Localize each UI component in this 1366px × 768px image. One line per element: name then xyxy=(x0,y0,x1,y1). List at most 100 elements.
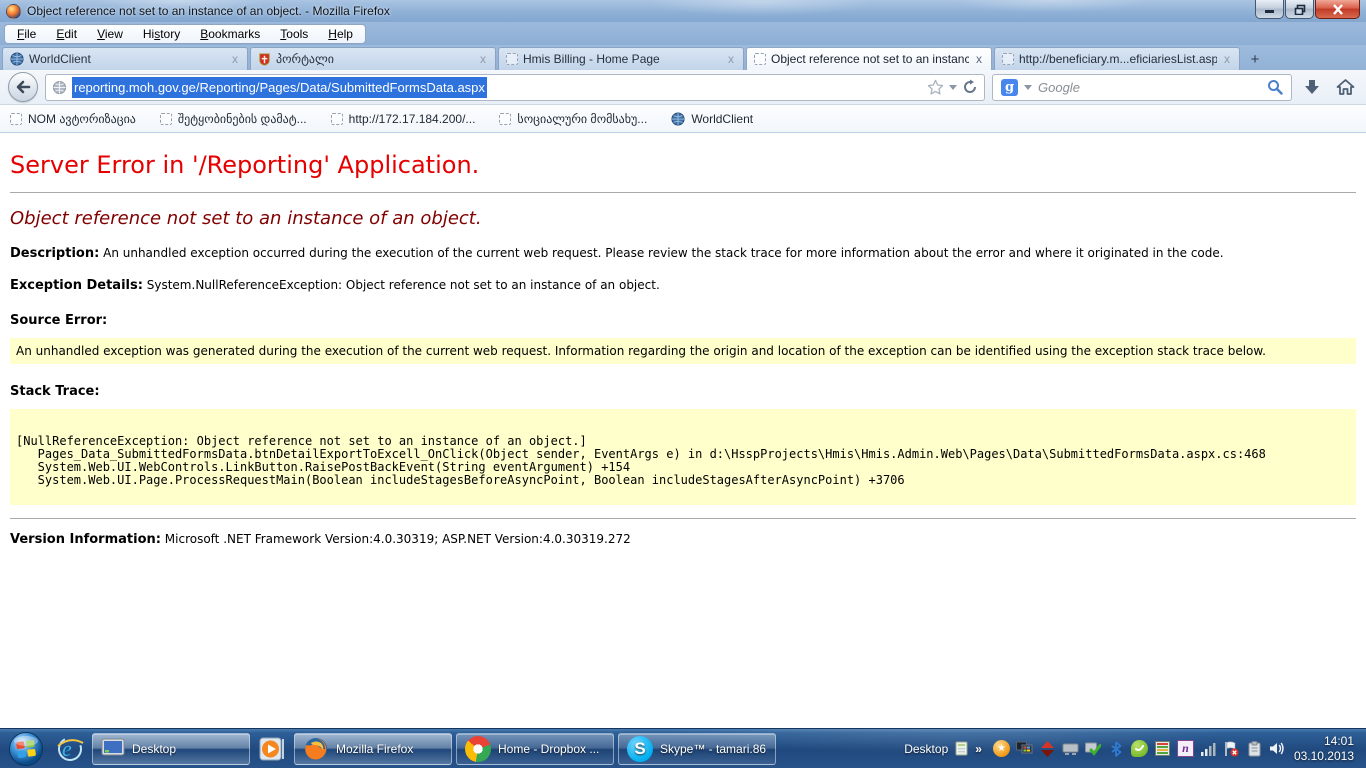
taskbar-button-skype[interactable]: S Skype™ - tamari.86 xyxy=(618,733,776,765)
home-icon xyxy=(1336,78,1355,96)
bookmark-notifications[interactable]: შეტყობინების დამატ... xyxy=(160,112,307,126)
tab-close-icon[interactable]: x xyxy=(726,52,736,66)
stack-trace-label: Stack Trace: xyxy=(10,384,1356,399)
tab-title: WorldClient xyxy=(29,52,225,66)
placeholder-favicon-icon xyxy=(754,53,766,65)
stack-trace-text: [NullReferenceException: Object referenc… xyxy=(16,435,1350,487)
desktop-window-icon xyxy=(101,738,125,760)
description-text: An unhandled exception occurred during t… xyxy=(103,246,1223,260)
close-icon xyxy=(1332,4,1344,15)
spreadsheet-grid-tray-icon[interactable] xyxy=(1154,740,1171,757)
divider xyxy=(10,192,1356,193)
taskbar: e Desktop Mozilla Firefox Home - Dropbox… xyxy=(0,728,1366,768)
network-traffic-arrows-tray-icon[interactable] xyxy=(1039,740,1056,757)
globe-icon xyxy=(10,52,24,66)
bookmark-label: http://172.17.184.200/... xyxy=(349,112,476,126)
update-check-tray-icon[interactable] xyxy=(1085,740,1102,757)
tab-portal[interactable]: პორტალი x xyxy=(250,47,496,70)
internet-explorer-pinned-button[interactable]: e xyxy=(50,729,90,768)
bookmark-ip-address[interactable]: http://172.17.184.200/... xyxy=(331,112,476,126)
tab-server-error-active[interactable]: Object reference not set to an instanc..… xyxy=(746,47,992,70)
taskbar-button-dropbox-chrome[interactable]: Home - Dropbox ... xyxy=(456,733,614,765)
search-box[interactable]: g Google xyxy=(992,74,1292,101)
exception-details-line: Exception Details: System.NullReferenceE… xyxy=(10,278,1356,293)
clock-date: 03.10.2013 xyxy=(1294,749,1354,764)
menu-help[interactable]: Help xyxy=(328,27,353,41)
search-engine-dropdown-icon[interactable] xyxy=(1024,85,1032,90)
minimize-button[interactable] xyxy=(1255,0,1284,19)
menu-edit[interactable]: Edit xyxy=(56,27,77,41)
home-button[interactable] xyxy=(1332,74,1358,100)
display-monitors-tray-icon[interactable] xyxy=(1016,740,1033,757)
action-center-flag-tray-icon[interactable] xyxy=(1223,740,1240,757)
start-button[interactable] xyxy=(2,729,50,768)
google-engine-icon[interactable]: g xyxy=(1001,79,1018,96)
restore-button[interactable] xyxy=(1285,0,1314,19)
version-text: Microsoft .NET Framework Version:4.0.303… xyxy=(165,532,631,546)
version-line: Version Information: Microsoft .NET Fram… xyxy=(10,532,1356,547)
source-error-box: An unhandled exception was generated dur… xyxy=(10,338,1356,364)
removable-devices-tray-icon[interactable] xyxy=(1062,740,1079,757)
tab-close-icon[interactable]: x xyxy=(1222,52,1232,66)
windows-media-player-pinned-button[interactable] xyxy=(252,729,292,768)
page-content: Server Error in '/Reporting' Application… xyxy=(0,133,1366,728)
clipboard-tray-icon[interactable] xyxy=(1246,740,1263,757)
restore-icon xyxy=(1294,4,1306,15)
tab-close-icon[interactable]: x xyxy=(230,52,240,66)
favorites-star-tray-icon[interactable]: ★ xyxy=(993,740,1010,757)
toolbar-overflow-chevron-icon[interactable]: » xyxy=(975,742,981,756)
onenote-clipper-tray-icon[interactable]: n xyxy=(1177,740,1194,757)
messenger-app-tray-icon[interactable] xyxy=(1131,740,1148,757)
tab-title: Object reference not set to an instanc..… xyxy=(771,52,969,66)
url-text-selected[interactable]: reporting.moh.gov.ge/Reporting/Pages/Dat… xyxy=(72,77,487,98)
taskbar-button-desktop-window[interactable]: Desktop xyxy=(92,733,250,765)
exception-details-label: Exception Details: xyxy=(10,278,143,293)
bookmark-nom-authorization[interactable]: NOM ავტორიზაცია xyxy=(10,112,136,126)
taskbar-button-firefox[interactable]: Mozilla Firefox xyxy=(294,733,452,765)
source-error-label: Source Error: xyxy=(10,313,1356,328)
tab-close-icon[interactable]: x xyxy=(478,52,488,66)
desktop-toolbar-label: Desktop xyxy=(904,742,948,756)
menu-tools[interactable]: Tools xyxy=(280,27,308,41)
menu-view[interactable]: View xyxy=(97,27,123,41)
url-bar[interactable]: reporting.moh.gov.ge/Reporting/Pages/Dat… xyxy=(45,74,985,101)
bookmark-social-service[interactable]: სოციალური მომსახუ... xyxy=(499,112,647,126)
search-placeholder[interactable]: Google xyxy=(1038,80,1261,95)
new-tab-button[interactable]: + xyxy=(1242,48,1268,70)
tab-worldclient[interactable]: WorldClient x xyxy=(2,47,248,70)
placeholder-favicon-icon xyxy=(506,53,518,65)
menu-history[interactable]: History xyxy=(143,27,180,41)
reload-icon[interactable] xyxy=(962,79,978,95)
window-controls xyxy=(1254,0,1360,19)
firefox-icon xyxy=(303,736,329,762)
bluetooth-tray-icon[interactable] xyxy=(1108,740,1125,757)
menu-file[interactable]: File xyxy=(17,27,36,41)
tab-title: http://beneficiary.m...eficiariesList.as… xyxy=(1019,52,1217,66)
search-magnifier-icon[interactable] xyxy=(1267,79,1283,95)
tab-close-icon[interactable]: x xyxy=(974,52,984,66)
url-dropdown-icon[interactable] xyxy=(949,85,957,90)
menu-bookmarks[interactable]: Bookmarks xyxy=(200,27,260,41)
tab-beneficiary-list[interactable]: http://beneficiary.m...eficiariesList.as… xyxy=(994,47,1240,70)
error-page-title: Server Error in '/Reporting' Application… xyxy=(10,151,1356,179)
download-arrow-icon xyxy=(1303,78,1321,96)
taskbar-button-label: Home - Dropbox ... xyxy=(498,742,599,756)
desktop-toolbar[interactable]: Desktop » xyxy=(904,741,981,757)
window-titlebar[interactable]: Object reference not set to an instance … xyxy=(0,0,1366,22)
volume-tray-icon[interactable] xyxy=(1269,740,1286,757)
signal-strength-tray-icon[interactable] xyxy=(1200,740,1217,757)
tab-strip: WorldClient x პორტალი x Hmis Billing - H… xyxy=(0,45,1366,70)
bookmark-star-icon[interactable] xyxy=(927,79,944,95)
description-label: Description: xyxy=(10,246,99,261)
downloads-button[interactable] xyxy=(1299,74,1325,100)
back-button[interactable] xyxy=(8,72,38,102)
taskbar-clock[interactable]: 14:01 03.10.2013 xyxy=(1294,734,1354,764)
bookmark-worldclient[interactable]: WorldClient xyxy=(671,112,753,126)
tab-hmis-billing[interactable]: Hmis Billing - Home Page x xyxy=(498,47,744,70)
bookmark-label: სოციალური მომსახუ... xyxy=(517,112,647,126)
globe-icon xyxy=(671,112,685,126)
tab-title: Hmis Billing - Home Page xyxy=(523,52,721,66)
placeholder-favicon-icon xyxy=(1002,53,1014,65)
menubar: File Edit View History Bookmarks Tools H… xyxy=(0,22,1366,45)
close-button[interactable] xyxy=(1315,0,1360,19)
